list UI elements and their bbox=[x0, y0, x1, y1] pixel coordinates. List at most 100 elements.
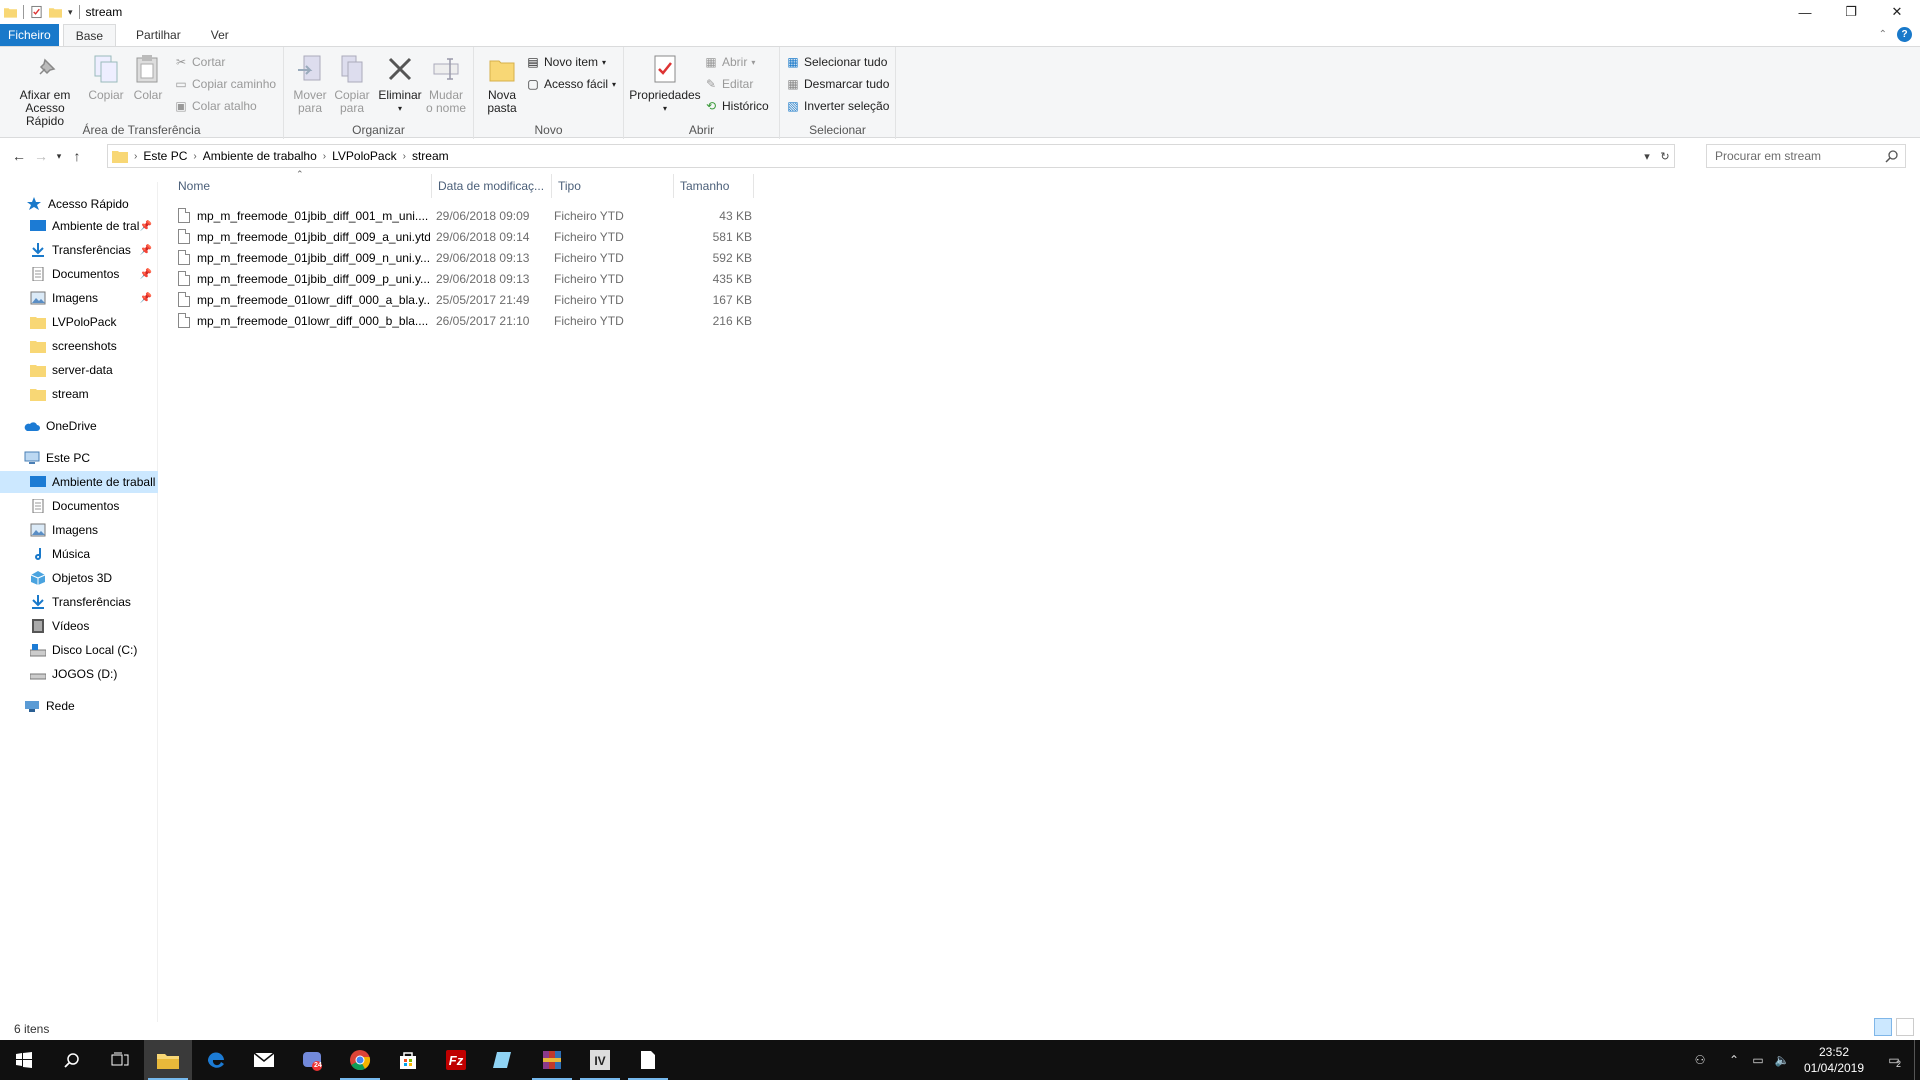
paste-shortcut-button[interactable]: ▣ Colar atalho bbox=[174, 97, 256, 115]
nav-this-pc[interactable]: Este PC bbox=[0, 447, 158, 469]
breadcrumb-this-pc[interactable]: Este PC bbox=[137, 149, 193, 163]
nav-quick-screenshots[interactable]: screenshots bbox=[0, 335, 158, 357]
nav-quick-lvpolopack[interactable]: LVPoloPack bbox=[0, 311, 158, 333]
nav-pc-games-d[interactable]: JOGOS (D:) bbox=[0, 663, 158, 685]
task-view-button[interactable] bbox=[96, 1040, 144, 1080]
nav-quick-server-data[interactable]: server-data bbox=[0, 359, 158, 381]
column-header-type[interactable]: Tipo bbox=[552, 174, 674, 198]
forward-button[interactable]: → bbox=[30, 145, 52, 167]
taskbar-chrome[interactable] bbox=[336, 1040, 384, 1080]
column-header-name[interactable]: Nome bbox=[172, 174, 432, 198]
file-row[interactable]: mp_m_freemode_01lowr_diff_000_a_bla.y...… bbox=[172, 289, 752, 310]
collapse-ribbon-icon[interactable]: ⌃ bbox=[1879, 29, 1887, 40]
rename-button[interactable]: Mudar o nome bbox=[424, 53, 468, 115]
edit-button[interactable]: ✎ Editar bbox=[704, 75, 753, 93]
close-button[interactable]: ✕ bbox=[1874, 0, 1920, 24]
nav-pc-downloads[interactable]: Transferências bbox=[0, 591, 158, 613]
nav-quick-pictures[interactable]: Imagens 📌 bbox=[0, 287, 158, 309]
taskbar-file-explorer[interactable] bbox=[144, 1040, 192, 1080]
nav-pc-local-disk-c[interactable]: Disco Local (C:) bbox=[0, 639, 158, 661]
file-row[interactable]: mp_m_freemode_01jbib_diff_001_m_uni.... … bbox=[172, 205, 752, 226]
copy-button[interactable]: Copiar bbox=[86, 53, 126, 102]
properties-icon[interactable] bbox=[30, 5, 43, 19]
pin-quick-access-button[interactable]: Afixar em Acesso Rápido bbox=[6, 53, 84, 128]
search-icon[interactable] bbox=[1885, 149, 1899, 163]
details-view-button[interactable] bbox=[1874, 1018, 1892, 1036]
tab-file[interactable]: Ficheiro bbox=[0, 24, 59, 46]
file-row[interactable]: mp_m_freemode_01jbib_diff_009_a_uni.ytd … bbox=[172, 226, 752, 247]
maximize-button[interactable]: ❐ bbox=[1828, 0, 1874, 24]
select-all-button[interactable]: ▦ Selecionar tudo bbox=[786, 53, 887, 71]
start-button[interactable] bbox=[0, 1040, 48, 1080]
breadcrumb-desktop[interactable]: Ambiente de trabalho bbox=[197, 149, 323, 163]
people-icon[interactable]: ⚇ bbox=[1688, 1053, 1712, 1067]
notifications-icon[interactable]: ▭ 2 bbox=[1874, 1053, 1914, 1069]
pin-icon[interactable]: 📌 bbox=[140, 269, 152, 280]
volume-icon[interactable]: 🔈 bbox=[1770, 1053, 1794, 1067]
taskbar-filezilla[interactable]: Fz bbox=[432, 1040, 480, 1080]
nav-pc-3d-objects[interactable]: Objetos 3D bbox=[0, 567, 158, 589]
tab-view[interactable]: Ver bbox=[199, 24, 241, 46]
breadcrumb-lvpolopack[interactable]: LVPoloPack bbox=[326, 149, 402, 163]
qat-dropdown-icon[interactable]: ▾ bbox=[68, 7, 73, 18]
new-folder-button[interactable]: Nova pasta bbox=[484, 53, 520, 115]
properties-button[interactable]: Propriedades ▾ bbox=[628, 53, 702, 115]
up-button[interactable]: ↑ bbox=[66, 145, 88, 167]
taskbar-mail[interactable] bbox=[240, 1040, 288, 1080]
show-desktop-button[interactable] bbox=[1914, 1040, 1920, 1080]
address-dropdown-icon[interactable]: ▾ bbox=[1638, 150, 1656, 163]
nav-onedrive[interactable]: OneDrive bbox=[0, 415, 158, 437]
select-none-button[interactable]: ▦ Desmarcar tudo bbox=[786, 75, 889, 93]
nav-pc-videos[interactable]: Vídeos bbox=[0, 615, 158, 637]
nav-network[interactable]: Rede bbox=[0, 695, 158, 717]
breadcrumb-stream[interactable]: stream bbox=[406, 149, 455, 163]
column-header-size[interactable]: Tamanho bbox=[674, 174, 754, 198]
easy-access-button[interactable]: ▢ Acesso fácil ▾ bbox=[526, 75, 616, 93]
copy-to-button[interactable]: Copiar para bbox=[332, 53, 372, 115]
new-item-button[interactable]: ▤ Novo item ▾ bbox=[526, 53, 606, 71]
column-header-date[interactable]: Data de modificaç... bbox=[432, 174, 552, 198]
history-button[interactable]: ⟲ Histórico bbox=[704, 97, 769, 115]
show-hidden-icons-icon[interactable]: ⌃ bbox=[1722, 1053, 1746, 1067]
delete-dropdown-icon[interactable]: ▾ bbox=[398, 102, 402, 115]
minimize-button[interactable]: — bbox=[1782, 0, 1828, 24]
search-button[interactable] bbox=[48, 1040, 96, 1080]
taskbar-edge[interactable] bbox=[192, 1040, 240, 1080]
nav-pc-music[interactable]: Música bbox=[0, 543, 158, 565]
recent-locations-button[interactable]: ▾ bbox=[52, 145, 66, 167]
back-button[interactable]: ← bbox=[8, 145, 30, 167]
nav-quick-downloads[interactable]: Transferências 📌 bbox=[0, 239, 158, 261]
search-input[interactable]: Procurar em stream bbox=[1706, 144, 1906, 168]
address-bar[interactable]: › Este PC › Ambiente de trabalho › LVPol… bbox=[107, 144, 1675, 168]
nav-quick-stream[interactable]: stream bbox=[0, 383, 158, 405]
large-icons-view-button[interactable] bbox=[1896, 1018, 1914, 1036]
file-row[interactable]: mp_m_freemode_01lowr_diff_000_b_bla.... … bbox=[172, 310, 752, 331]
refresh-icon[interactable]: ↻ bbox=[1656, 150, 1674, 163]
move-to-button[interactable]: Mover para bbox=[290, 53, 330, 115]
nav-pc-pictures[interactable]: Imagens bbox=[0, 519, 158, 541]
help-icon[interactable]: ? bbox=[1897, 27, 1912, 42]
copy-path-button[interactable]: ▭ Copiar caminho bbox=[174, 75, 276, 93]
taskbar-app-badge[interactable]: 24 bbox=[288, 1040, 336, 1080]
pin-icon[interactable]: 📌 bbox=[140, 293, 152, 304]
taskbar-document[interactable] bbox=[624, 1040, 672, 1080]
file-row[interactable]: mp_m_freemode_01jbib_diff_009_p_uni.y...… bbox=[172, 268, 752, 289]
nav-quick-desktop[interactable]: Ambiente de tral 📌 bbox=[0, 215, 158, 237]
delete-button[interactable]: Eliminar ▾ bbox=[378, 53, 422, 115]
pin-icon[interactable]: 📌 bbox=[140, 245, 152, 256]
nav-pc-desktop[interactable]: Ambiente de traball bbox=[0, 471, 158, 493]
tab-share[interactable]: Partilhar bbox=[124, 24, 193, 46]
new-folder-icon[interactable] bbox=[49, 5, 62, 19]
network-icon[interactable]: ▭ bbox=[1746, 1053, 1770, 1067]
clock[interactable]: 23:52 01/04/2019 bbox=[1794, 1044, 1874, 1076]
pin-icon[interactable]: 📌 bbox=[140, 221, 152, 232]
taskbar-store[interactable] bbox=[384, 1040, 432, 1080]
nav-pc-documents[interactable]: Documentos bbox=[0, 495, 158, 517]
paste-button[interactable]: Colar bbox=[130, 53, 166, 102]
taskbar-notepad[interactable] bbox=[480, 1040, 528, 1080]
open-button[interactable]: ▦ Abrir ▾ bbox=[704, 53, 755, 71]
invert-selection-button[interactable]: ▧ Inverter seleção bbox=[786, 97, 889, 115]
properties-dropdown-icon[interactable]: ▾ bbox=[663, 102, 667, 115]
nav-quick-documents[interactable]: Documentos 📌 bbox=[0, 263, 158, 285]
taskbar-winrar[interactable] bbox=[528, 1040, 576, 1080]
